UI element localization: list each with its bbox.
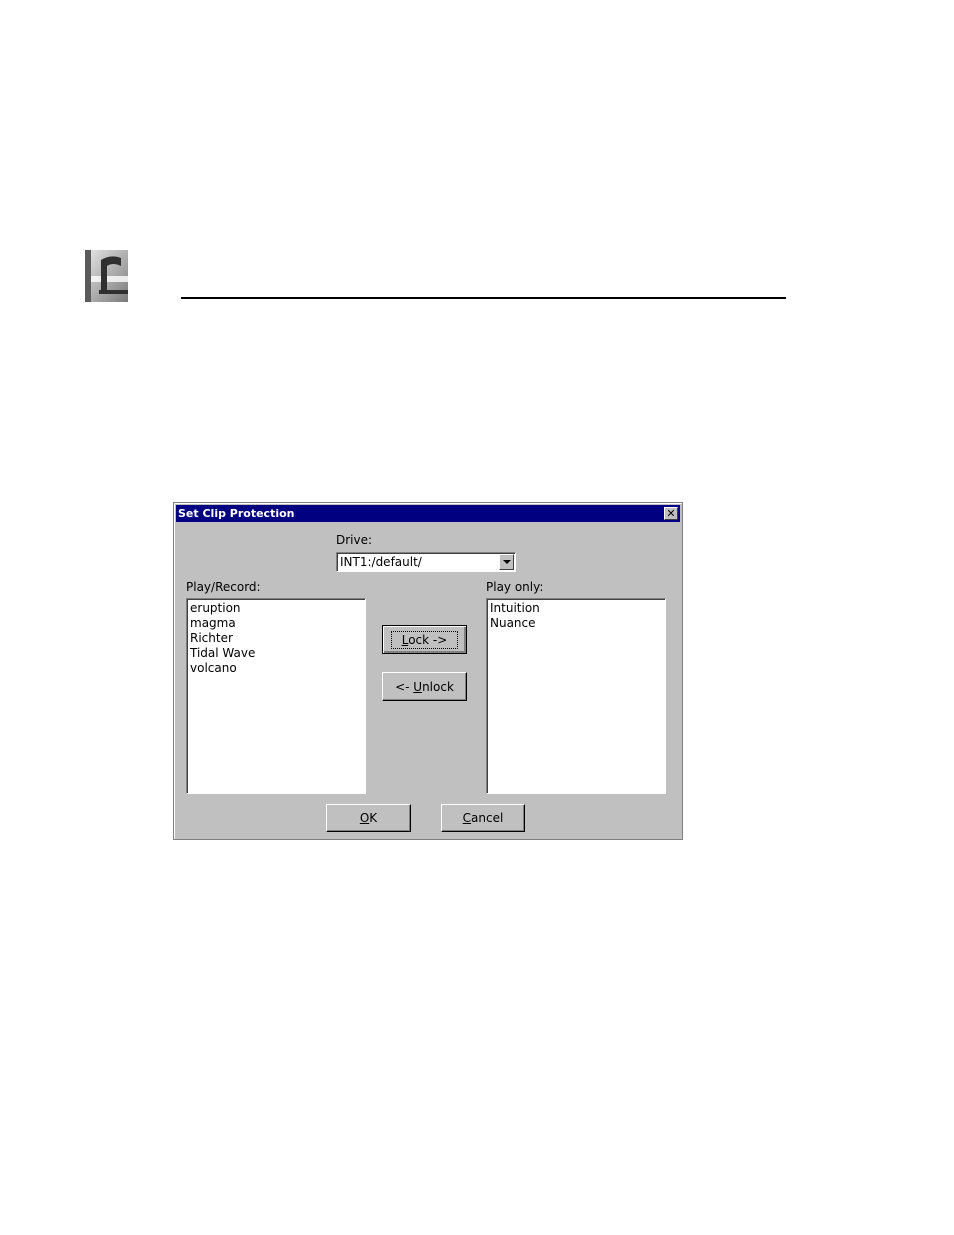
play-only-label: Play only: (486, 580, 544, 594)
list-item[interactable]: Nuance (490, 616, 665, 631)
set-clip-protection-dialog: Set Clip Protection ✕ Drive: INT1:/defau… (173, 502, 683, 840)
list-item[interactable]: magma (190, 616, 365, 631)
dialog-title: Set Clip Protection (178, 507, 295, 520)
list-item[interactable]: eruption (190, 601, 365, 616)
close-button[interactable]: ✕ (664, 507, 678, 520)
lock-button-label: Lock -> (390, 630, 459, 649)
play-record-label: Play/Record: (186, 580, 261, 594)
lock-button[interactable]: Lock -> (382, 625, 467, 654)
list-item[interactable]: Intuition (490, 601, 665, 616)
list-item[interactable]: Richter (190, 631, 365, 646)
chevron-down-icon (502, 560, 511, 564)
cancel-button-label: Cancel (462, 811, 504, 825)
play-record-listbox[interactable]: eruption magma Richter Tidal Wave volcan… (186, 598, 366, 794)
drive-dropdown-button[interactable] (499, 554, 514, 570)
ok-button[interactable]: OK (326, 804, 411, 832)
list-item[interactable]: volcano (190, 661, 365, 676)
drive-value: INT1:/default/ (340, 555, 422, 569)
company-logo-icon (85, 250, 128, 302)
close-icon: ✕ (666, 507, 676, 520)
play-only-listbox[interactable]: Intuition Nuance (486, 598, 666, 794)
ok-button-label: OK (359, 811, 378, 825)
list-item[interactable]: Tidal Wave (190, 646, 365, 661)
unlock-button-label: <- Unlock (395, 679, 454, 694)
cancel-button[interactable]: Cancel (441, 804, 525, 832)
dialog-titlebar: Set Clip Protection ✕ (176, 505, 680, 522)
header-rule (181, 297, 786, 299)
unlock-button[interactable]: <- Unlock (382, 672, 467, 701)
drive-label: Drive: (336, 533, 373, 547)
drive-combobox[interactable]: INT1:/default/ (336, 552, 516, 572)
